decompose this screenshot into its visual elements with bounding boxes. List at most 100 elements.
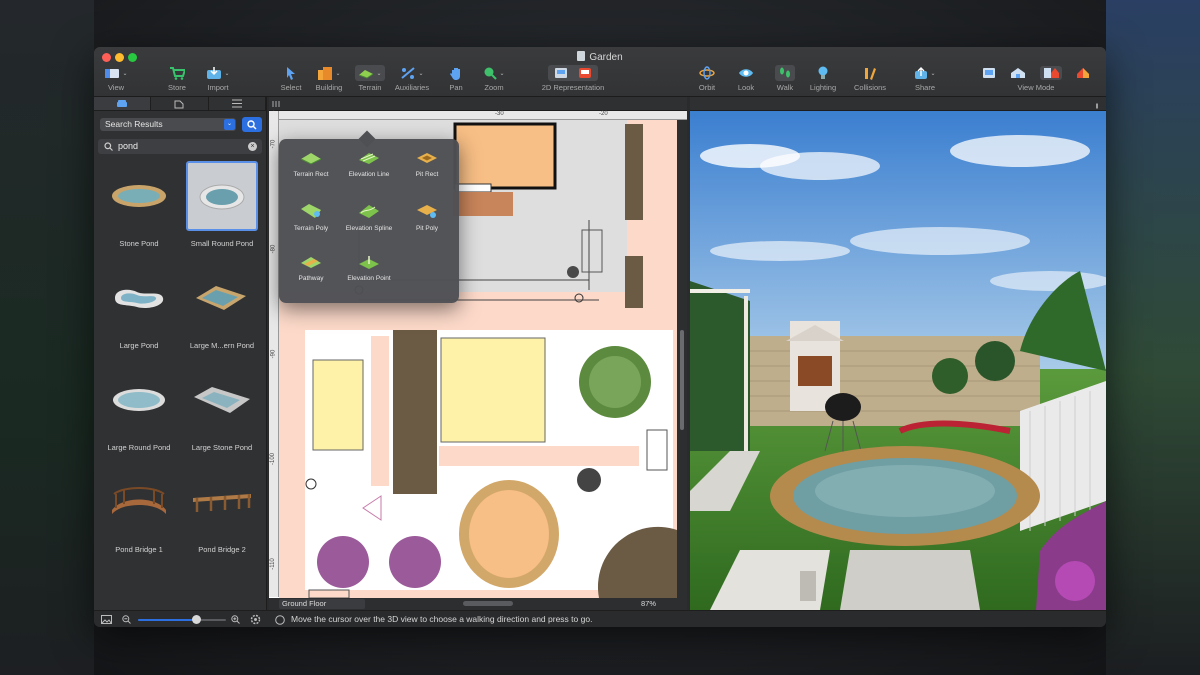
help-bubble-icon <box>275 615 285 625</box>
library-sidebar: Search Results ⌄ pond × Stone Pond Small … <box>94 97 267 610</box>
store-label: Store <box>168 83 186 92</box>
plan-horizontal-scrollbar[interactable] <box>463 601 513 606</box>
plan-colored-icon <box>579 68 591 78</box>
3d-view[interactable] <box>690 111 1106 610</box>
result-large-round-pond[interactable]: Large Round Pond <box>99 365 179 465</box>
chevron-down-icon: ⌄ <box>224 119 235 130</box>
store-button[interactable]: Store <box>156 65 198 92</box>
pan-button[interactable]: Pan <box>435 65 477 92</box>
plan-zoom-level[interactable]: 87% <box>641 599 656 608</box>
pathway-icon <box>301 257 321 268</box>
result-label: Stone Pond <box>119 239 159 248</box>
pathway-tool[interactable]: Pathway <box>281 255 341 295</box>
stone-pond-thumbnail <box>112 185 166 207</box>
tab-library[interactable] <box>94 97 152 110</box>
tab-list[interactable] <box>209 97 266 110</box>
bulb-icon <box>818 66 828 79</box>
view-mode-control[interactable]: View Mode <box>974 65 1098 92</box>
category-filter-select[interactable]: Search Results ⌄ <box>100 118 236 131</box>
zoom-in-icon[interactable] <box>231 615 240 624</box>
walk-label: Walk <box>776 83 794 92</box>
plan-view[interactable]: ft -30 -20 -70 -80 -90 -100 -110 <box>269 97 687 610</box>
elevation-line-icon <box>359 153 379 164</box>
pit-rect-tool[interactable]: Pit Rect <box>397 151 457 191</box>
select-button[interactable]: Select <box>270 65 312 92</box>
share-label: Share <box>914 83 935 92</box>
result-small-round-pond[interactable]: Small Round Pond <box>182 161 262 261</box>
clear-search-icon[interactable]: × <box>248 142 257 151</box>
2d-representation-control[interactable]: 2D Representation <box>534 65 612 92</box>
3d-scene[interactable] <box>690 111 1106 610</box>
view-button[interactable]: ⌄ View <box>95 65 137 92</box>
result-label: Large Pond <box>119 341 159 350</box>
zoom-button[interactable]: ⌄ Zoom <box>473 65 515 92</box>
import-button[interactable]: ⌄ Import <box>197 65 239 92</box>
result-large-pond[interactable]: Large Pond <box>99 263 179 363</box>
terrain-rect-tool[interactable]: Terrain Rect <box>281 151 341 191</box>
result-pond-bridge-1[interactable]: Pond Bridge 1 <box>99 467 179 567</box>
pit-poly-tool[interactable]: Pit Poly <box>397 203 457 243</box>
scroll-thumb[interactable] <box>680 330 684 430</box>
collisions-button[interactable]: Collisions <box>846 65 894 92</box>
result-label: Large Round Pond <box>107 443 171 452</box>
sidebar-footer <box>94 610 267 627</box>
search-button[interactable] <box>242 117 262 132</box>
floor-select-value: Ground Floor <box>282 599 327 608</box>
house-3d-icon <box>1011 68 1025 78</box>
lighting-label: Lighting <box>809 83 837 92</box>
elevation-point-icon <box>359 256 379 269</box>
look-button[interactable]: Look <box>725 65 767 92</box>
terrain-popover: Terrain Rect Elevation Line Pit Rect Ter… <box>279 130 459 303</box>
magnifier-small-icon <box>104 142 113 151</box>
result-label: Small Round Pond <box>190 239 254 248</box>
magnifier-icon <box>484 67 498 80</box>
result-large-stone-pond[interactable]: Large Stone Pond <box>182 365 262 465</box>
auxiliaries-button[interactable]: ⌄ Auxiliaries <box>391 65 433 92</box>
result-pond-bridge-2[interactable]: Pond Bridge 2 <box>182 467 262 567</box>
search-input[interactable]: pond × <box>98 139 262 154</box>
partial-thumbnail-icon <box>192 589 252 601</box>
tool-label: Pathway <box>298 275 324 282</box>
elevation-spline-tool[interactable]: Elevation Spline <box>339 203 399 243</box>
pond-bridge-2-thumbnail <box>193 494 251 512</box>
lighting-button[interactable]: Lighting <box>802 65 844 92</box>
thumbnail-size-slider[interactable] <box>138 615 226 624</box>
tool-label: Elevation Spline <box>345 225 393 232</box>
ruler-tick-label: -110 <box>269 558 276 570</box>
columns-icon[interactable] <box>272 100 280 108</box>
result-partial-2[interactable] <box>182 569 262 601</box>
floor-select[interactable]: Ground Floor <box>279 599 365 609</box>
pit-poly-icon <box>417 205 437 218</box>
zoom-out-icon[interactable] <box>122 615 131 624</box>
select-label: Select <box>280 83 302 92</box>
result-stone-pond[interactable]: Stone Pond <box>99 161 179 261</box>
look-label: Look <box>737 83 755 92</box>
title-bar: Garden ⌄ View Store ⌄ Import Select ⌄ Bu… <box>94 47 1106 97</box>
walk-button[interactable]: Walk <box>764 65 806 92</box>
terrain-button[interactable]: ⌄ Terrain <box>349 65 391 92</box>
tab-materials[interactable] <box>151 97 209 110</box>
import-label: Import <box>207 83 229 92</box>
slider-knob[interactable] <box>192 615 202 624</box>
gear-icon[interactable] <box>250 614 261 625</box>
elevation-point-tool[interactable]: Elevation Point <box>339 255 399 295</box>
app-window: Garden ⌄ View Store ⌄ Import Select ⌄ Bu… <box>94 47 1106 627</box>
building-button[interactable]: ⌄ Building <box>308 65 350 92</box>
result-label: Large Stone Pond <box>191 443 253 452</box>
hand-icon <box>450 68 460 80</box>
result-large-modern-pond[interactable]: Large M...ern Pond <box>182 263 262 363</box>
orbit-button[interactable]: Orbit <box>686 65 728 92</box>
view-mode-label: View Mode <box>1017 83 1055 92</box>
terrain-poly-icon <box>301 204 321 218</box>
info-icon[interactable] <box>1094 100 1100 109</box>
slider-fill <box>138 619 197 621</box>
elevation-line-tool[interactable]: Elevation Line <box>339 151 399 191</box>
image-icon[interactable] <box>101 615 112 624</box>
sidebar-tabs <box>94 97 266 111</box>
share-button[interactable]: ⌄ Share <box>904 65 946 92</box>
zoom-label: Zoom <box>484 83 504 92</box>
tool-label: Terrain Poly <box>293 225 329 232</box>
plan-vertical-scrollbar[interactable] <box>677 120 687 598</box>
terrain-poly-tool[interactable]: Terrain Poly <box>281 203 341 243</box>
result-partial-1[interactable] <box>99 569 179 601</box>
